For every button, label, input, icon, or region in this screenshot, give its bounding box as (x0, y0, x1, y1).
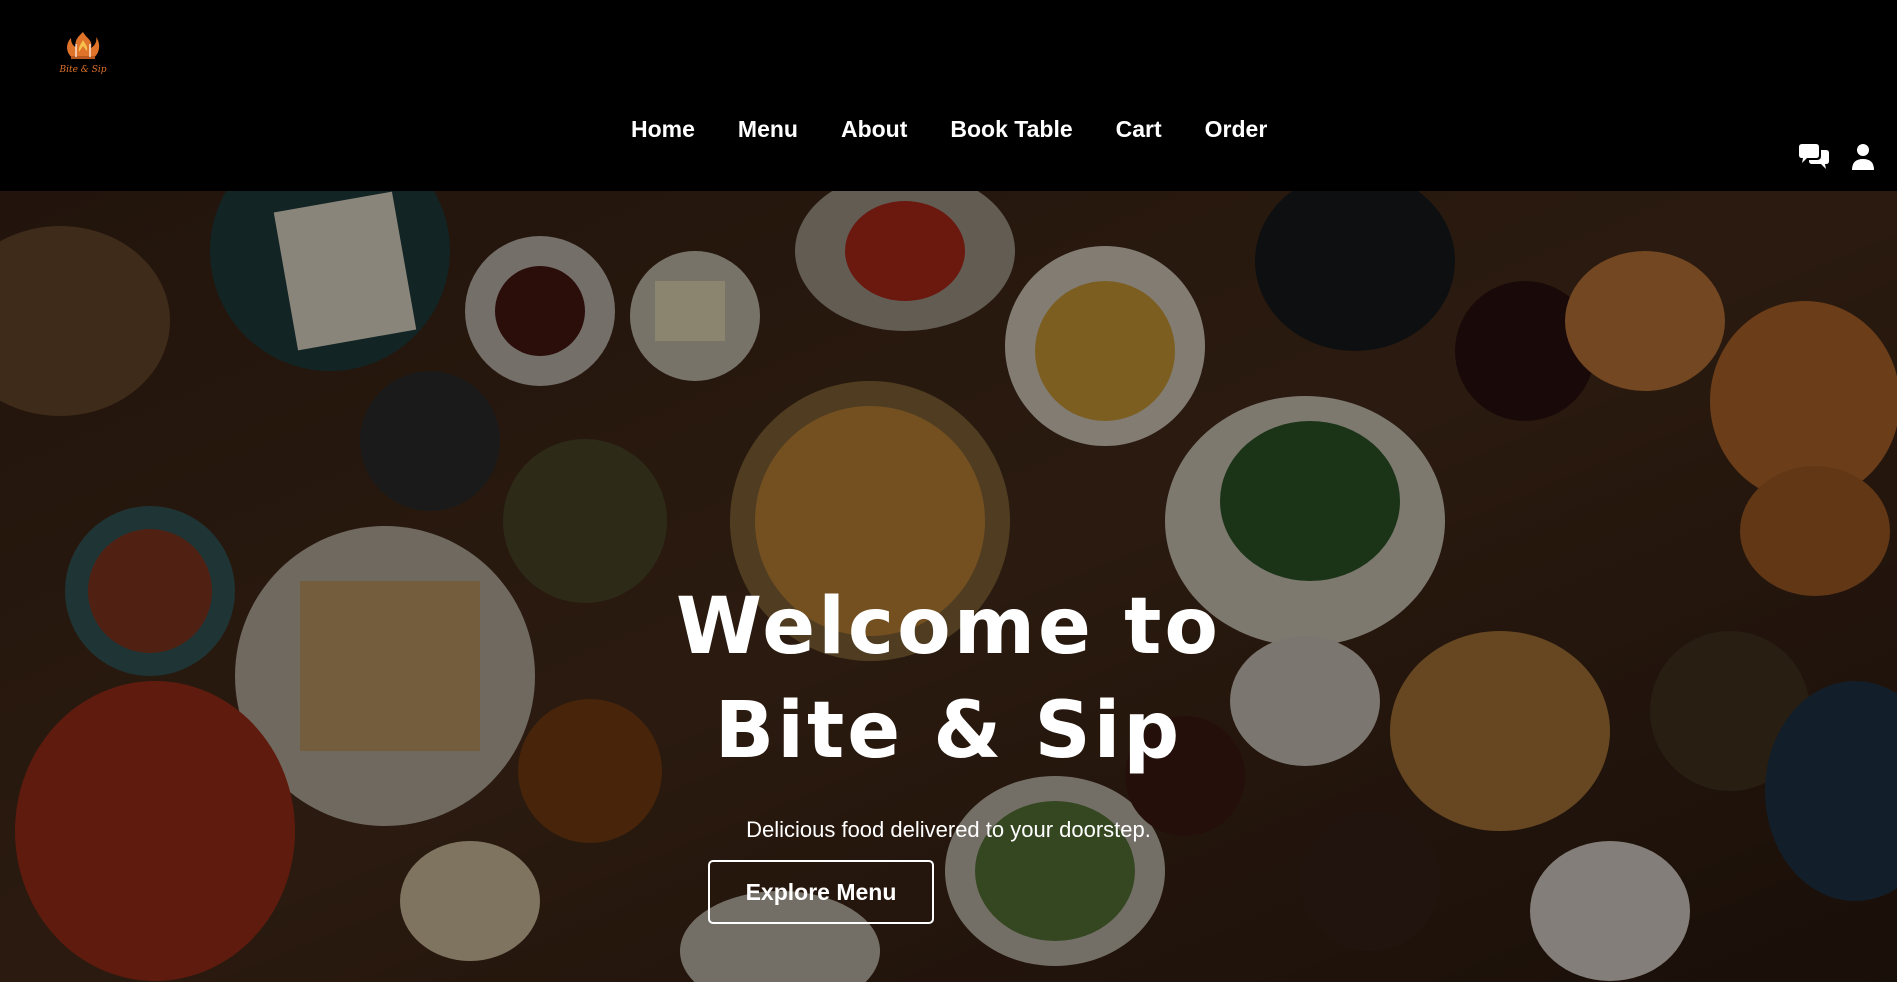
explore-menu-button[interactable]: Explore Menu (708, 860, 934, 924)
hero-title: Welcome to Bite & Sip (128, 575, 1770, 783)
nav-about[interactable]: About (841, 114, 907, 144)
nav-cart[interactable]: Cart (1116, 114, 1162, 144)
flame-fork-logo-icon (67, 32, 100, 59)
hero-title-line-2: Bite & Sip (714, 686, 1183, 776)
nav-menu[interactable]: Menu (738, 114, 798, 144)
brand-logo[interactable]: Bite & Sip · · · · · · · · · · · · (52, 30, 114, 92)
user-icon[interactable] (1851, 143, 1875, 176)
site-header: Bite & Sip · · · · · · · · · · · · Home … (0, 0, 1897, 191)
hero-title-line-1: Welcome to (676, 582, 1221, 672)
hero-subtitle: Delicious food delivered to your doorste… (746, 817, 1151, 842)
header-actions (1797, 143, 1875, 176)
brand-name: Bite & Sip (59, 65, 107, 75)
brand-tagline-mark: · · · · · · · · · · · · (70, 76, 96, 80)
chat-bubbles-icon[interactable] (1797, 143, 1831, 176)
nav-book-table[interactable]: Book Table (950, 114, 1072, 144)
nav-home[interactable]: Home (631, 114, 695, 144)
nav-order[interactable]: Order (1205, 114, 1268, 144)
hero-content: Welcome to Bite & Sip Delicious food del… (0, 191, 1897, 982)
hero-section: Welcome to Bite & Sip Delicious food del… (0, 191, 1897, 982)
main-nav: Home Menu About Book Table Cart Order (631, 114, 1267, 144)
